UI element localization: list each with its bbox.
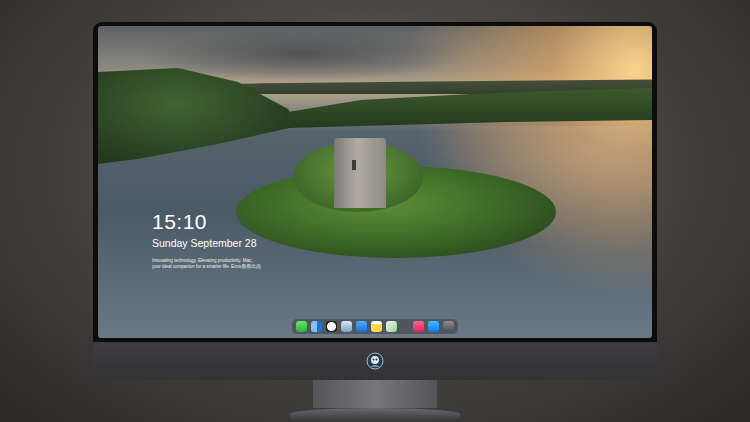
photos-icon[interactable] bbox=[386, 321, 397, 332]
finder-icon[interactable] bbox=[311, 321, 322, 332]
camera-icon[interactable] bbox=[443, 321, 454, 332]
lock-tagline: Innovating technology, Elevating product… bbox=[152, 258, 262, 270]
monitor-bezel: 15:10 Sunday September 28 Innovating tec… bbox=[93, 22, 657, 342]
desktop-stage: 15:10 Sunday September 28 Innovating tec… bbox=[0, 0, 750, 422]
wallpaper-tower bbox=[334, 138, 386, 208]
clock-date: Sunday September 28 bbox=[152, 237, 272, 251]
clock-icon[interactable] bbox=[326, 321, 337, 332]
music-icon[interactable] bbox=[413, 321, 424, 332]
monitor-stand bbox=[313, 380, 437, 408]
notes-icon[interactable] bbox=[371, 321, 382, 332]
dock bbox=[292, 319, 458, 334]
messages-icon[interactable] bbox=[296, 321, 307, 332]
monitor-chin bbox=[93, 342, 657, 380]
app-store-icon[interactable] bbox=[428, 321, 439, 332]
preview-icon[interactable] bbox=[341, 321, 352, 332]
brand-logo-icon bbox=[366, 352, 384, 370]
video-icon[interactable] bbox=[356, 321, 367, 332]
lock-clock-panel: 15:10 Sunday September 28 Innovating tec… bbox=[152, 210, 272, 270]
lock-screen: 15:10 Sunday September 28 Innovating tec… bbox=[98, 26, 652, 338]
clock-time: 15:10 bbox=[152, 210, 272, 233]
monitor-base bbox=[290, 408, 460, 420]
